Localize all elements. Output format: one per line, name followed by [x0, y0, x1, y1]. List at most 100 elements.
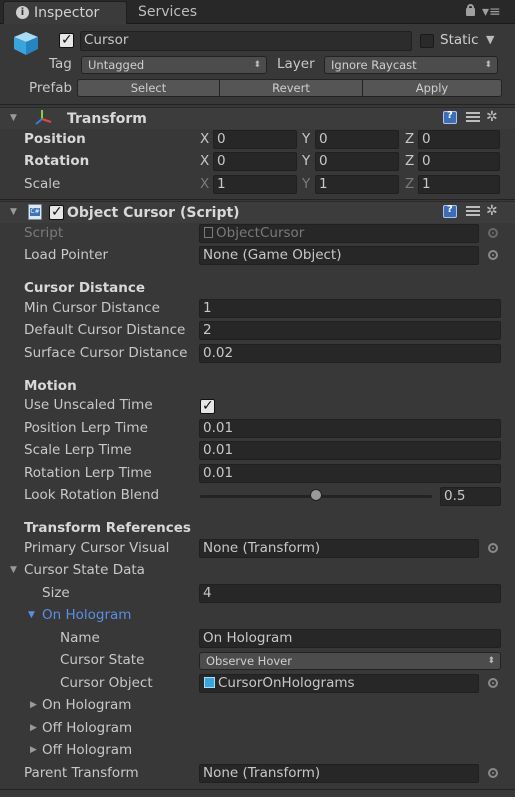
surface-cursor-distance-label: Surface Cursor Distance — [24, 345, 188, 361]
use-unscaled-time-label: Use Unscaled Time — [24, 397, 153, 413]
transform-foldout-icon[interactable]: ▼ — [10, 109, 17, 127]
tag-value: Untagged — [88, 58, 145, 72]
size-field[interactable]: 4 — [199, 584, 501, 603]
updown-icon: ⬍ — [253, 60, 261, 70]
script-file-icon — [204, 227, 213, 238]
position-lerp-time-label: Position Lerp Time — [24, 420, 148, 436]
axis-x-label: X — [200, 131, 210, 147]
object-picker-icon[interactable] — [488, 250, 498, 260]
prefab-select-button[interactable]: Select — [77, 79, 220, 97]
script-enabled-checkbox[interactable]: ✓ — [49, 204, 64, 220]
rotation-lerp-time-label: Rotation Lerp Time — [24, 465, 152, 481]
surface-cursor-distance-field[interactable]: 0.02 — [199, 344, 501, 363]
info-icon: i — [16, 6, 29, 19]
element0-cursor-object-label: Cursor Object — [60, 675, 153, 691]
script-value: ObjectCursor — [216, 225, 305, 241]
element3-title[interactable]: Off Hologram — [42, 741, 132, 759]
primary-cursor-visual-field[interactable]: None (Transform) — [199, 539, 479, 558]
element0-foldout-icon[interactable]: ▼ — [28, 606, 35, 624]
script-label: Script — [24, 225, 64, 241]
gear-icon[interactable]: ✲ — [486, 110, 498, 124]
object-name-input[interactable]: Cursor — [80, 31, 412, 51]
default-cursor-distance-field[interactable]: 2 — [199, 321, 501, 340]
divider — [0, 199, 515, 200]
tab-inspector[interactable]: i Inspector — [3, 1, 127, 24]
rotation-lerp-time-field[interactable]: 0.01 — [199, 464, 501, 483]
rotation-y-field[interactable]: 0 — [315, 152, 399, 171]
scale-lerp-time-field[interactable]: 0.01 — [199, 441, 501, 460]
divider — [0, 104, 515, 105]
look-rotation-blend-field[interactable]: 0.5 — [440, 487, 501, 506]
position-y-field[interactable]: 0 — [315, 130, 399, 149]
parent-transform-field[interactable]: None (Transform) — [199, 764, 479, 783]
element3-foldout-icon[interactable]: ▶ — [30, 741, 37, 759]
element0-cursor-state-label: Cursor State — [60, 652, 145, 668]
element1-title[interactable]: On Hologram — [42, 696, 131, 714]
size-label: Size — [42, 585, 70, 601]
tab-services[interactable]: Services — [138, 3, 197, 21]
prefab-cube-icon — [204, 677, 215, 688]
position-lerp-time-field[interactable]: 0.01 — [199, 419, 501, 438]
object-picker-icon[interactable] — [488, 228, 498, 238]
axis-y-label: Y — [302, 153, 311, 169]
transform-axes-icon — [34, 109, 54, 125]
axis-y-label: Y — [302, 176, 311, 192]
min-cursor-distance-label: Min Cursor Distance — [24, 300, 160, 316]
element2-foldout-icon[interactable]: ▶ — [30, 719, 37, 737]
min-cursor-distance-field[interactable]: 1 — [199, 299, 501, 318]
rotation-x-field[interactable]: 0 — [213, 152, 297, 171]
static-dropdown-icon[interactable]: ▼ — [486, 31, 494, 49]
help-book-icon[interactable] — [443, 204, 457, 218]
element2-title[interactable]: Off Hologram — [42, 719, 132, 737]
scale-lerp-time-label: Scale Lerp Time — [24, 442, 132, 458]
scale-x-field[interactable]: 1 — [213, 175, 297, 194]
look-rotation-blend-thumb[interactable] — [310, 489, 322, 501]
position-label: Position — [24, 131, 86, 147]
cursor-state-data-foldout-icon[interactable]: ▼ — [10, 561, 17, 579]
element0-name-field[interactable]: On Hologram — [199, 629, 501, 648]
script-title: Object Cursor (Script) — [67, 205, 240, 221]
prefab-revert-button[interactable]: Revert — [219, 79, 363, 97]
rotation-z-field[interactable]: 0 — [418, 152, 500, 171]
static-checkbox[interactable] — [420, 34, 434, 48]
tag-label: Tag — [49, 56, 72, 72]
divider — [0, 789, 515, 790]
lock-shackle-icon — [467, 4, 474, 10]
script-foldout-icon[interactable]: ▼ — [10, 203, 17, 221]
tab-menu-icon[interactable]: ▾≡ — [482, 3, 501, 21]
tag-dropdown[interactable]: Untagged ⬍ — [81, 56, 267, 74]
tab-bar: i Inspector Services ▾≡ — [0, 0, 515, 24]
prefab-apply-button[interactable]: Apply — [362, 79, 502, 97]
look-rotation-blend-label: Look Rotation Blend — [24, 487, 160, 503]
layer-value: Ignore Raycast — [331, 58, 417, 72]
element0-name-label: Name — [60, 630, 100, 646]
layer-dropdown[interactable]: Ignore Raycast ⬍ — [324, 56, 498, 74]
use-unscaled-time-checkbox[interactable]: ✓ — [200, 398, 215, 414]
element0-title[interactable]: On Hologram — [42, 606, 131, 624]
scale-y-field[interactable]: 1 — [315, 175, 399, 194]
component-settings-icon[interactable] — [466, 205, 480, 217]
help-book-icon[interactable] — [443, 110, 457, 124]
cursor-state-data-label: Cursor State Data — [24, 562, 145, 578]
script-field: ObjectCursor — [199, 224, 479, 243]
object-picker-icon[interactable] — [488, 678, 498, 688]
object-picker-icon[interactable] — [488, 768, 498, 778]
element0-cursor-state-dropdown[interactable]: Observe Hover ⬍ — [199, 652, 501, 670]
cursor-distance-header: Cursor Distance — [24, 280, 146, 296]
component-settings-icon[interactable] — [466, 111, 480, 123]
object-picker-icon[interactable] — [488, 543, 498, 553]
updown-icon: ⬍ — [487, 656, 495, 666]
position-x-field[interactable]: 0 — [213, 130, 297, 149]
element0-cursor-object-field[interactable]: CursorOnHolograms — [199, 674, 479, 693]
active-checkbox[interactable]: ✓ — [59, 32, 74, 48]
scale-label: Scale — [24, 176, 61, 192]
cs-script-icon: C# — [28, 204, 42, 220]
element1-foldout-icon[interactable]: ▶ — [30, 696, 37, 714]
position-z-field[interactable]: 0 — [418, 130, 500, 149]
element0-cursor-state-value: Observe Hover — [206, 654, 292, 668]
primary-cursor-visual-label: Primary Cursor Visual — [24, 540, 170, 556]
load-pointer-field[interactable]: None (Game Object) — [199, 246, 479, 265]
gear-icon[interactable]: ✲ — [486, 204, 498, 218]
axis-y-label: Y — [302, 131, 311, 147]
scale-z-field[interactable]: 1 — [418, 175, 500, 194]
